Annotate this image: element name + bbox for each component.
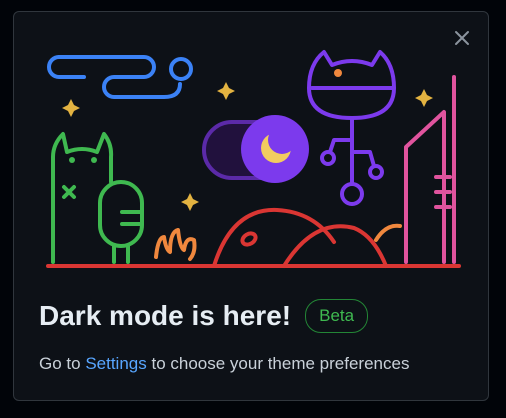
dark-mode-illustration bbox=[46, 50, 461, 268]
robot bbox=[307, 50, 396, 206]
cloud-squiggle bbox=[47, 55, 193, 99]
building bbox=[404, 75, 456, 264]
description-suffix: to choose your theme preferences bbox=[146, 354, 410, 373]
beta-badge: Beta bbox=[305, 299, 369, 333]
dialog-description: Go to Settings to choose your theme pref… bbox=[39, 353, 409, 375]
settings-link[interactable]: Settings bbox=[85, 354, 146, 373]
dark-mode-announcement-dialog: Dark mode is here! Beta Go to Settings t… bbox=[13, 11, 489, 401]
cactus bbox=[98, 180, 144, 264]
sun-arc bbox=[374, 223, 402, 242]
close-icon bbox=[455, 31, 469, 45]
dialog-title: Dark mode is here! bbox=[39, 300, 292, 331]
close-button[interactable] bbox=[450, 26, 474, 50]
coral bbox=[154, 228, 197, 261]
hills-ground bbox=[46, 207, 461, 268]
description-prefix: Go to bbox=[39, 354, 86, 373]
theme-toggle-illustration bbox=[202, 115, 309, 183]
title-row: Dark mode is here! Beta bbox=[39, 299, 369, 333]
